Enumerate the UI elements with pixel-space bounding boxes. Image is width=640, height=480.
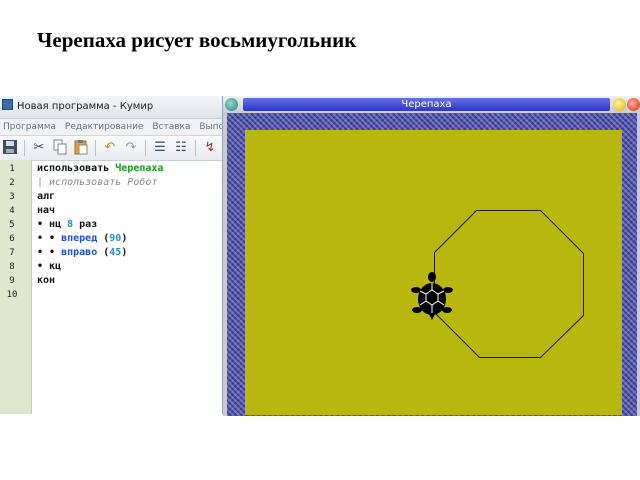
line-number-gutter: 1 2 3 4 5 6 7 8 9 10 (0, 160, 32, 414)
line-number: 4 (9, 206, 15, 216)
command-forward: вперед (61, 233, 98, 244)
line-number: 7 (9, 248, 15, 258)
code-line: нач (37, 205, 56, 216)
line-number: 3 (9, 192, 15, 202)
line-number: 10 (6, 290, 18, 300)
kumir-app-icon (2, 99, 13, 110)
redo-icon[interactable]: ↷ (122, 139, 140, 157)
editor-menubar: Программа Редактирование Вставка Выполне… (0, 119, 222, 136)
turtle-drawing (411, 210, 584, 358)
turtle-field-frame (227, 113, 637, 416)
editor-titlebar[interactable]: Новая программа - Кумир (0, 96, 222, 119)
line-number: 2 (9, 178, 15, 188)
paste-icon[interactable] (72, 139, 90, 157)
editor-toolbar: ✂ ↶ ↷ ☰ ☷ ↯ (0, 136, 222, 161)
menu-run[interactable]: Выполнение (199, 122, 222, 132)
turtle-window-title: Черепаха (243, 98, 610, 111)
code-line: алг (37, 191, 56, 202)
line-number: 1 (9, 164, 15, 174)
cut-icon[interactable]: ✂ (30, 139, 48, 157)
turtle-canvas (245, 130, 622, 415)
module-name: Черепаха (115, 163, 164, 174)
minimize-icon[interactable] (613, 98, 626, 111)
slide-title: Черепаха рисует восьмиугольник (37, 28, 357, 52)
kumir-editor-window: Новая программа - Кумир Программа Редакт… (0, 96, 223, 414)
line-number: 8 (9, 262, 15, 272)
code-line: кон (37, 275, 56, 286)
editor-body: 1 2 3 4 5 6 7 8 9 10 использовать Черепа… (0, 160, 222, 414)
menu-program[interactable]: Программа (3, 122, 56, 132)
turtle-icon (411, 272, 453, 320)
code-line: использовать Черепаха (37, 163, 164, 174)
toolbar-separator (195, 140, 196, 156)
line-number: 5 (9, 220, 15, 230)
indent-icon[interactable]: ☰ (151, 139, 169, 157)
code-line: • • вправо (45) (37, 247, 128, 258)
line-number: 6 (9, 234, 15, 244)
unindent-icon[interactable]: ☷ (172, 139, 190, 157)
code-line: • нц 8 раз (37, 219, 98, 230)
octagon-path (434, 210, 584, 358)
turtle-window: Черепаха (223, 96, 640, 416)
toolbar-separator (145, 140, 146, 156)
undo-icon[interactable]: ↶ (101, 139, 119, 157)
toolbar-separator (24, 140, 25, 156)
turtle-titlebar[interactable]: Черепаха (223, 96, 640, 113)
toolbar-separator (95, 140, 96, 156)
editor-window-title: Новая программа - Кумир (17, 101, 154, 112)
menu-edit[interactable]: Редактирование (65, 122, 144, 132)
window-menu-icon[interactable] (225, 98, 238, 111)
run-icon[interactable]: ↯ (201, 139, 219, 157)
copy-icon[interactable] (51, 139, 69, 157)
code-editor[interactable]: использовать Черепаха | использовать Роб… (37, 160, 222, 414)
code-comment: | использовать Робот (37, 177, 158, 188)
line-number: 9 (9, 276, 15, 286)
code-line: • • вперед (90) (37, 233, 128, 244)
code-line: • кц (37, 261, 62, 272)
close-icon[interactable] (627, 98, 640, 111)
command-right: вправо (61, 247, 98, 258)
menu-insert[interactable]: Вставка (152, 122, 190, 132)
save-icon[interactable] (1, 139, 19, 157)
